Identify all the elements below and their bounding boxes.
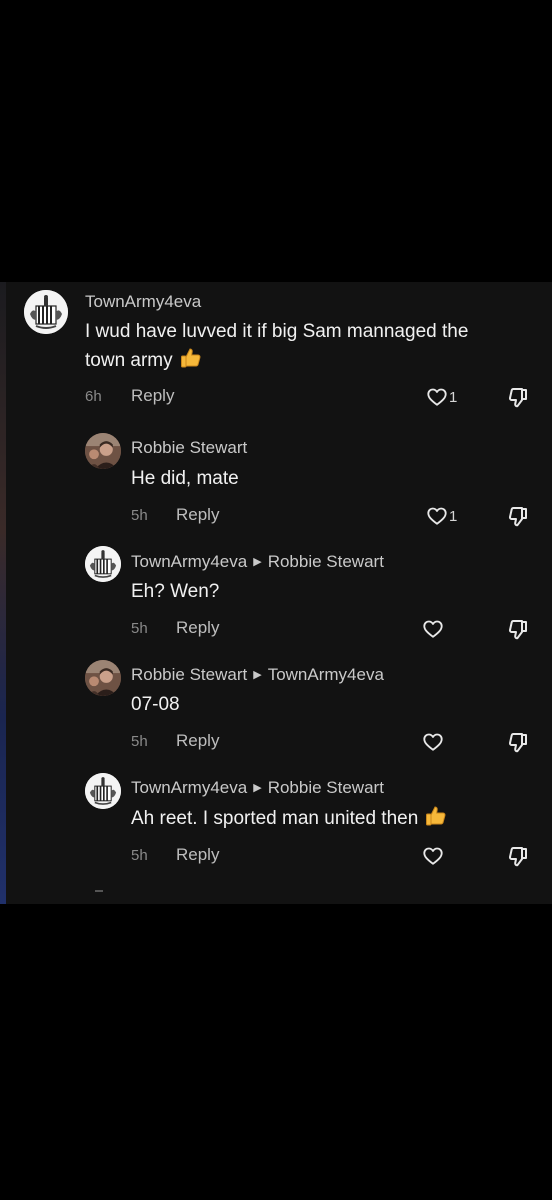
username-text[interactable]: Robbie Stewart — [131, 665, 247, 684]
comment-text: He did, mate — [131, 464, 239, 494]
newcastle-crest-icon — [85, 773, 121, 809]
comment-username[interactable]: Robbie Stewart ▶ TownArmy4eva — [131, 665, 384, 685]
comment-time: 6h — [85, 388, 102, 405]
more-replies-divider — [95, 890, 103, 892]
reply-button[interactable]: Reply — [176, 505, 219, 525]
comment-text: Eh? Wen? — [131, 577, 219, 607]
comment-text-line: I wud have luvved it if big Sam mannaged… — [85, 321, 469, 342]
like-count: 1 — [449, 389, 458, 406]
comment-username[interactable]: TownArmy4eva ▶ Robbie Stewart — [131, 552, 384, 572]
heart-icon[interactable] — [422, 731, 444, 753]
comment-text-line: town army — [85, 350, 173, 371]
thumbs-down-icon[interactable] — [506, 505, 530, 529]
comment-time: 5h — [131, 507, 148, 524]
heart-icon[interactable] — [426, 386, 448, 408]
avatar[interactable] — [85, 546, 121, 582]
heart-icon[interactable] — [422, 845, 444, 867]
comment-text-line: 07-08 — [131, 694, 180, 715]
thumbs-down-icon[interactable] — [506, 731, 530, 755]
left-edge-strip — [0, 282, 6, 904]
avatar[interactable] — [85, 660, 121, 696]
comment-text: Ah reet. I sported man united then — [131, 804, 448, 834]
reply-button[interactable]: Reply — [176, 845, 219, 865]
username-text[interactable]: TownArmy4eva — [131, 778, 247, 797]
reply-arrow-icon: ▶ — [253, 669, 262, 681]
username-text[interactable]: Robbie Stewart — [131, 438, 247, 457]
comment-text-line: He did, mate — [131, 468, 239, 489]
like-count: 1 — [449, 508, 458, 525]
reply-button[interactable]: Reply — [176, 731, 219, 751]
comment-text-line: Ah reet. I sported man united then — [131, 808, 419, 829]
newcastle-crest-icon — [85, 546, 121, 582]
reply-button[interactable]: Reply — [176, 618, 219, 638]
newcastle-crest-icon — [24, 290, 68, 334]
person-photo-icon — [85, 433, 121, 469]
comment-text-line: Eh? Wen? — [131, 581, 220, 602]
reply-to-username[interactable]: Robbie Stewart — [268, 778, 384, 797]
reply-arrow-icon: ▶ — [253, 782, 262, 794]
reply-arrow-icon: ▶ — [253, 556, 262, 568]
reply-button[interactable]: Reply — [131, 386, 174, 406]
heart-icon[interactable] — [422, 618, 444, 640]
comment-time: 5h — [131, 733, 148, 750]
heart-icon[interactable] — [426, 505, 448, 527]
avatar[interactable] — [24, 290, 68, 334]
thumbs-down-icon[interactable] — [506, 845, 530, 869]
thumbs-up-emoji-icon — [179, 346, 203, 370]
thumbs-down-icon[interactable] — [506, 386, 530, 410]
comment-text: I wud have luvved it if big Sam mannaged… — [85, 317, 468, 347]
comment-text: town army — [85, 346, 203, 376]
username-text[interactable]: TownArmy4eva — [131, 552, 247, 571]
comment-username[interactable]: TownArmy4eva — [85, 292, 201, 312]
thumbs-up-emoji-icon — [424, 804, 448, 828]
comment-username[interactable]: TownArmy4eva ▶ Robbie Stewart — [131, 778, 384, 798]
thumbs-down-icon[interactable] — [506, 618, 530, 642]
avatar[interactable] — [85, 773, 121, 809]
comment-text: 07-08 — [131, 690, 180, 720]
reply-to-username[interactable]: Robbie Stewart — [268, 552, 384, 571]
comment-time: 5h — [131, 620, 148, 637]
comment-username[interactable]: Robbie Stewart — [131, 438, 247, 458]
username-text[interactable]: TownArmy4eva — [85, 292, 201, 311]
comment-time: 5h — [131, 847, 148, 864]
person-photo-icon — [85, 660, 121, 696]
reply-to-username[interactable]: TownArmy4eva — [268, 665, 384, 684]
avatar[interactable] — [85, 433, 121, 469]
